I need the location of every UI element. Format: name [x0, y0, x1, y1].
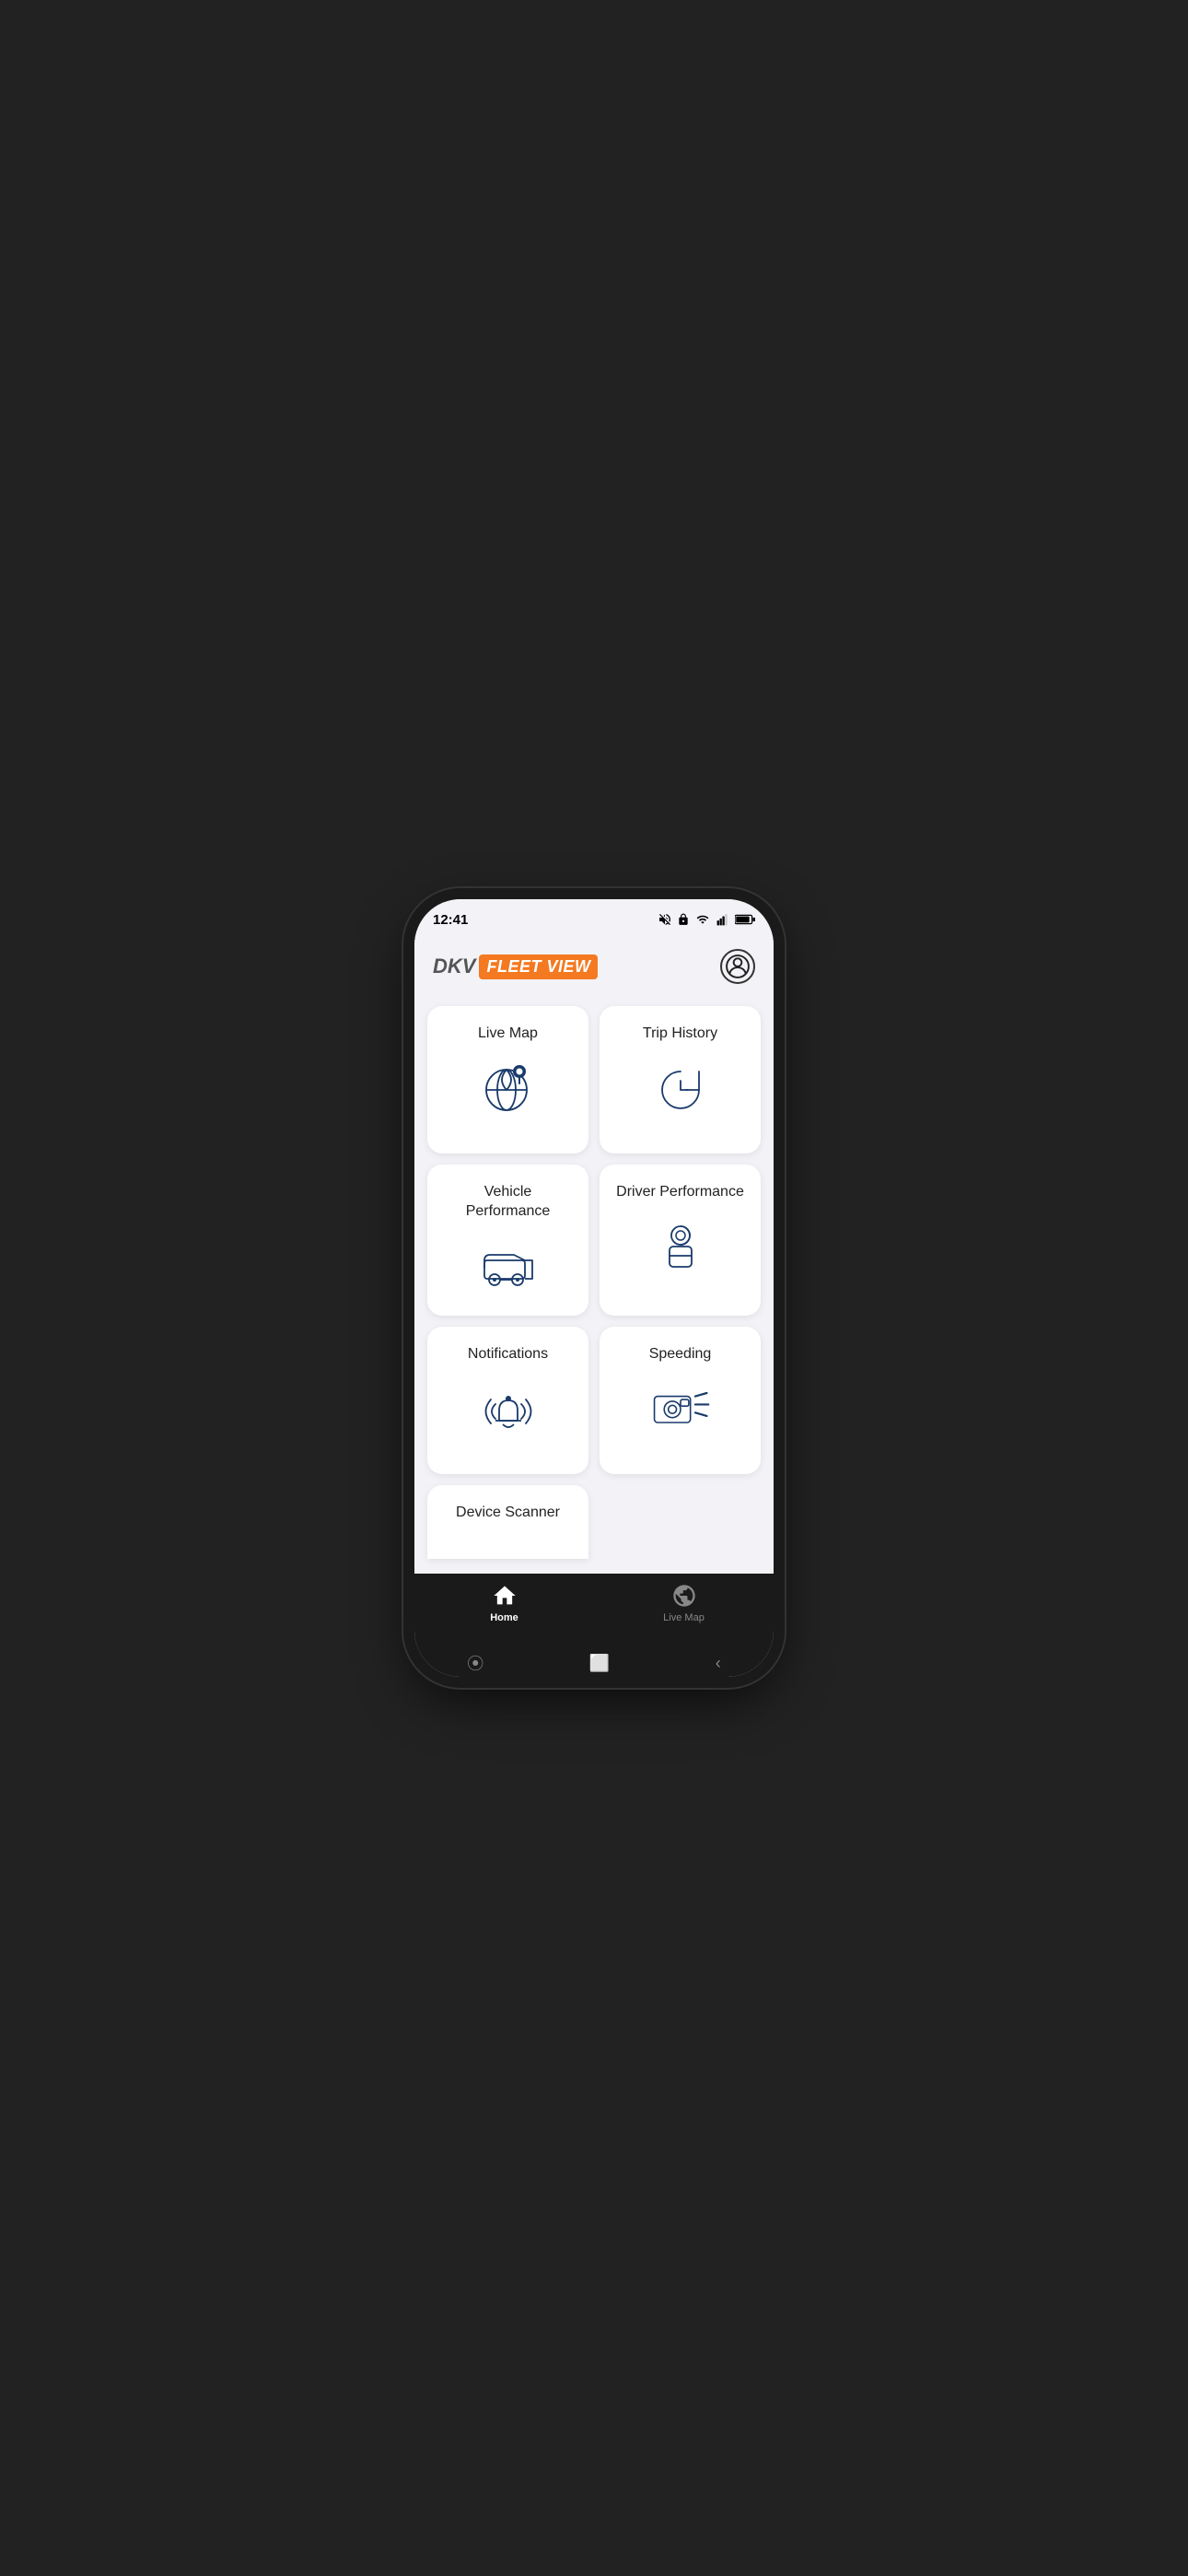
card-notifications-title: Notifications	[468, 1345, 548, 1364]
mute-icon	[658, 912, 672, 927]
globe-pin-icon	[479, 1059, 538, 1118]
lock-icon	[677, 912, 690, 927]
main-content: Live Map Trip History	[414, 997, 774, 1574]
card-device-scanner-title: Device Scanner	[456, 1504, 560, 1523]
status-time: 12:41	[433, 912, 468, 928]
phone-frame: 12:41 DKV FLEET	[414, 899, 774, 1677]
card-trip-history[interactable]: Trip History	[600, 1006, 761, 1153]
card-vehicle-performance[interactable]: Vehicle Performance	[427, 1165, 588, 1316]
card-driver-performance-title: Driver Performance	[616, 1183, 744, 1202]
card-grid: Live Map Trip History	[427, 1006, 761, 1559]
bell-alert-icon	[479, 1378, 538, 1437]
signal-icon	[716, 913, 730, 926]
android-nav: ⦿ ⬜ ‹	[414, 1649, 774, 1677]
card-device-scanner[interactable]: Device Scanner	[427, 1485, 588, 1559]
logo: DKV FLEET VIEW	[433, 954, 598, 979]
card-vehicle-performance-title: Vehicle Performance	[442, 1183, 574, 1222]
app-header: DKV FLEET VIEW	[414, 940, 774, 997]
bottom-nav: Home Live Map	[414, 1574, 774, 1649]
profile-icon	[726, 954, 750, 978]
card-driver-performance[interactable]: Driver Performance	[600, 1165, 761, 1316]
clock-back-icon	[651, 1059, 710, 1118]
card-live-map-title: Live Map	[478, 1025, 538, 1044]
nav-live-map-label: Live Map	[663, 1612, 705, 1623]
nav-live-map[interactable]: Live Map	[594, 1583, 774, 1623]
battery-icon	[735, 914, 755, 925]
wifi-icon	[694, 913, 711, 926]
card-speeding-title: Speeding	[649, 1345, 712, 1364]
android-home-btn[interactable]: ⬜	[589, 1654, 610, 1673]
card-notifications[interactable]: Notifications	[427, 1327, 588, 1474]
status-bar: 12:41	[414, 899, 774, 940]
card-live-map[interactable]: Live Map	[427, 1006, 588, 1153]
nav-globe-icon	[671, 1583, 697, 1609]
status-icons	[658, 912, 755, 927]
android-recent-btn[interactable]: ⦿	[467, 1651, 483, 1675]
logo-dkv: DKV	[433, 954, 475, 978]
card-speeding[interactable]: Speeding	[600, 1327, 761, 1474]
driver-icon	[651, 1217, 710, 1276]
home-icon	[492, 1583, 518, 1609]
nav-home-label: Home	[490, 1612, 518, 1623]
card-trip-history-title: Trip History	[643, 1025, 717, 1044]
empty-cell	[600, 1485, 761, 1559]
profile-button[interactable]	[720, 949, 755, 984]
nav-home[interactable]: Home	[414, 1583, 594, 1623]
logo-fleet: FLEET VIEW	[479, 954, 598, 979]
android-back-btn[interactable]: ‹	[716, 1654, 721, 1673]
van-icon	[479, 1236, 538, 1295]
speed-camera-icon	[651, 1378, 710, 1437]
